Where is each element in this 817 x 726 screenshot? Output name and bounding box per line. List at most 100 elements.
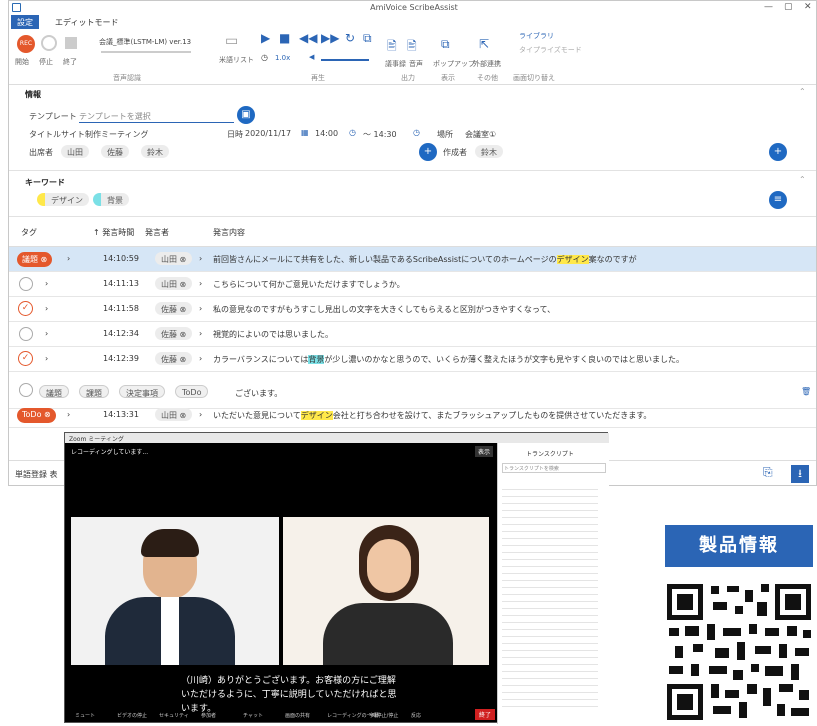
trash-icon[interactable]: 🗑 <box>801 387 811 396</box>
tag-menu-item[interactable]: 課題 <box>79 385 109 398</box>
zoom-toolbar-button[interactable]: 字幕 <box>369 712 379 719</box>
tag-pill[interactable]: ToDo ⊗ <box>17 408 56 423</box>
zoom-toolbar-button[interactable]: 参加者 <box>201 712 216 719</box>
expand-icon[interactable]: › <box>45 354 48 363</box>
attendee-chip[interactable]: 山田 <box>61 145 89 158</box>
tab-edit-mode[interactable]: エディットモード <box>49 15 124 29</box>
product-info-banner[interactable]: 製品情報 <box>665 525 813 567</box>
close-icon[interactable]: ✕ <box>804 2 812 12</box>
tag-empty-icon[interactable] <box>19 327 33 341</box>
transcript-search[interactable]: トランスクリプトを検索 <box>502 463 606 473</box>
speed-select[interactable]: 1.0x <box>275 54 290 62</box>
stop-icon[interactable] <box>65 37 77 49</box>
keyword-chip[interactable]: デザイン <box>37 193 89 206</box>
expand-icon[interactable]: › <box>45 329 48 338</box>
typeprise-button[interactable]: タイプライズモード <box>519 45 582 55</box>
speaker-expand-icon[interactable]: › <box>199 354 202 363</box>
volume-slider[interactable] <box>321 59 369 61</box>
speaker-expand-icon[interactable]: › <box>199 254 202 263</box>
zoom-toolbar-button[interactable]: チャット <box>243 712 263 719</box>
zoom-toolbar-button[interactable]: 画面の共有 <box>285 712 310 719</box>
tab-settings[interactable]: 設定 <box>11 15 39 29</box>
col-time[interactable]: ↑ 発言時間 <box>93 227 134 238</box>
clock-end-icon[interactable]: ◷ <box>413 128 420 137</box>
utterance-text[interactable]: 私の意見なのですがもうすこし見出しの文字を大きくしてもらえると区別がつきやすくな… <box>213 304 555 315</box>
expand-icon[interactable]: › <box>45 304 48 313</box>
speaker-chip[interactable]: 山田 ⊗ <box>155 277 193 290</box>
speaker-chip[interactable]: 山田 ⊗ <box>155 252 193 265</box>
calendar-icon[interactable]: ▦ <box>301 128 309 137</box>
forward-icon[interactable]: ▶▶ <box>321 31 339 45</box>
table-row[interactable]: ✓ › 14:11:58 佐藤 ⊗ › 私の意見なのですがもうすこし見出しの文字を大きくし… <box>9 297 816 322</box>
speaker-chip[interactable]: 佐藤 ⊗ <box>155 352 193 365</box>
zoom-toolbar-button[interactable]: レコーディングの一時停止/停止 <box>327 712 398 719</box>
table-row[interactable]: ToDo ⊗ › 14:13:31 山田 ⊗ › いただいた意見についてデザイン会社と打ち… <box>9 403 816 428</box>
expand-icon[interactable]: › <box>67 410 70 419</box>
end-button[interactable]: 終了 <box>63 57 77 67</box>
utterance-text[interactable]: ございます。 <box>235 388 282 399</box>
export-icon[interactable]: ⎘ <box>763 465 773 480</box>
speaker-chip[interactable]: 佐藤 ⊗ <box>155 302 193 315</box>
place-field[interactable]: 会議室① <box>465 129 496 140</box>
expand-icon[interactable]: › <box>45 279 48 288</box>
maximize-icon[interactable]: ▢ <box>784 2 793 12</box>
expand-icon[interactable]: › <box>67 254 70 263</box>
zoom-end-button[interactable]: 終了 <box>475 709 496 720</box>
start-time-field[interactable]: 14:00 <box>315 129 338 138</box>
external-button[interactable]: 外部連携 <box>473 59 501 69</box>
pause-icon[interactable] <box>41 35 57 51</box>
col-content[interactable]: 発言内容 <box>213 227 245 238</box>
download-icon[interactable]: ⭳ <box>791 465 809 483</box>
tag-pill[interactable]: 議題 ⊗ <box>17 252 53 267</box>
end-time-field[interactable]: 〜 14:30 <box>363 129 397 140</box>
model-selector[interactable]: 会議_標準(LSTM-LM) ver.13 <box>99 37 191 47</box>
col-tag[interactable]: タグ <box>21 227 37 238</box>
word-list-button[interactable]: 米語リスト <box>219 55 254 65</box>
tag-menu-item[interactable]: ToDo <box>175 385 209 398</box>
utterance-text[interactable]: 視覚的によいのでは思いました。 <box>213 329 333 340</box>
stop-play-icon[interactable]: ■ <box>279 31 290 45</box>
tag-checked-icon[interactable]: ✓ <box>18 301 33 316</box>
minimize-icon[interactable]: — <box>764 2 773 12</box>
minutes-button[interactable]: 議事録 <box>385 59 406 69</box>
zoom-toolbar-button[interactable]: セキュリティ <box>159 712 189 719</box>
library-button[interactable]: ライブラリ <box>519 31 554 41</box>
keyword-collapse-icon[interactable]: ⌃ <box>799 175 806 184</box>
tag-empty-icon[interactable] <box>19 383 33 397</box>
zoom-toolbar-button[interactable]: 反応 <box>411 712 421 719</box>
utterance-text[interactable]: 前回皆さんにメールにて共有をした、新しい製品であるScribeAssistについ… <box>213 254 637 265</box>
attendee-chip[interactable]: 佐藤 <box>101 145 129 158</box>
record-button[interactable]: REC <box>17 35 35 53</box>
zoom-toolbar-button[interactable]: ビデオの停止 <box>117 712 147 719</box>
zoom-toolbar-button[interactable]: ミュート <box>75 712 95 719</box>
speaker-chip[interactable]: 佐藤 ⊗ <box>155 327 193 340</box>
speaker-expand-icon[interactable]: › <box>199 279 202 288</box>
attendee-chip[interactable]: 鈴木 <box>141 145 169 158</box>
template-add-icon[interactable]: ▣ <box>237 106 255 124</box>
tag-empty-icon[interactable] <box>19 277 33 291</box>
zoom-view-button[interactable]: 表示 <box>475 446 494 457</box>
col-speaker[interactable]: 発言者 <box>145 227 169 238</box>
table-row[interactable]: › 14:11:13 山田 ⊗ › こちらについて何かご意見いただけますでしょうか。 <box>9 272 816 297</box>
add-attendee-icon[interactable]: + <box>419 143 437 161</box>
table-row[interactable]: 議題 ⊗ › 14:10:59 山田 ⊗ › 前回皆さんにメールにて共有をした、新しい製品… <box>9 247 816 272</box>
title-field[interactable]: サイト制作ミーティング <box>61 129 211 140</box>
collapse-icon[interactable]: ⌃ <box>799 87 806 96</box>
add-author-icon[interactable]: + <box>769 143 787 161</box>
play-icon[interactable]: ▶ <box>261 31 270 45</box>
author-chip[interactable]: 鈴木 <box>475 145 503 158</box>
tag-menu-item[interactable]: 議題 <box>39 385 69 398</box>
table-row[interactable]: ✓ › 14:12:39 佐藤 ⊗ › カラーバランスについては背景が少し濃いのかなと思う… <box>9 347 816 372</box>
utterance-text[interactable]: いただいた意見についてデザイン会社と打ち合わせを設けて、またブラッシュアップした… <box>213 410 651 421</box>
stop-button[interactable]: 停止 <box>39 57 53 67</box>
word-register-button[interactable]: 単語登録 表 <box>15 469 58 480</box>
popup-button[interactable]: ポップアップ <box>433 59 475 69</box>
tag-menu-item[interactable]: 決定事項 <box>119 385 165 398</box>
add-keyword-icon[interactable]: ≡ <box>769 191 787 209</box>
template-select[interactable]: テンプレートを選択 <box>79 111 234 123</box>
utterance-text[interactable]: カラーバランスについては背景が少し濃いのかなと思うので、いくらか薄く整えたほうが… <box>213 354 684 365</box>
speaker-chip[interactable]: 山田 ⊗ <box>155 408 193 421</box>
qr-code[interactable] <box>665 580 813 723</box>
start-button[interactable]: 開始 <box>15 57 29 67</box>
table-row[interactable]: › 14:12:34 佐藤 ⊗ › 視覚的によいのでは思いました。 <box>9 322 816 347</box>
